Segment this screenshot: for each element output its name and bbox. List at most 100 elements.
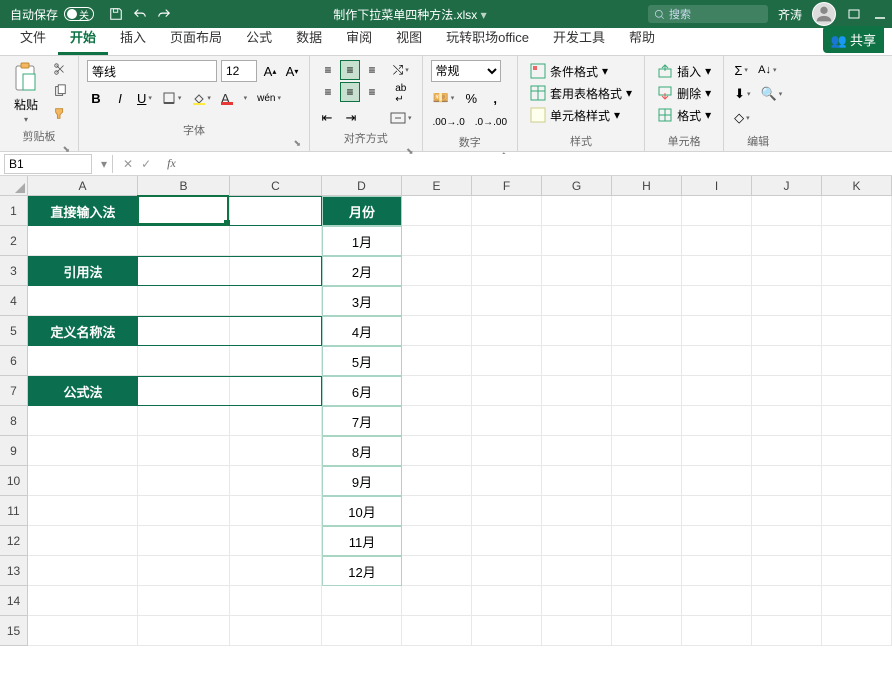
font-color-button[interactable]: A	[219, 88, 249, 108]
row-header-10[interactable]: 10	[0, 466, 28, 496]
cell-C2[interactable]	[230, 226, 322, 256]
cell-K9[interactable]	[822, 436, 892, 466]
wrap-text-button[interactable]: ab↵	[388, 84, 414, 104]
select-all-button[interactable]	[0, 176, 28, 196]
cell-J8[interactable]	[752, 406, 822, 436]
column-header-E[interactable]: E	[402, 176, 472, 196]
cell-E15[interactable]	[402, 616, 472, 646]
cell-K13[interactable]	[822, 556, 892, 586]
user-avatar[interactable]	[812, 2, 836, 26]
cell-F14[interactable]	[472, 586, 542, 616]
cell-G6[interactable]	[542, 346, 612, 376]
cell-B9[interactable]	[138, 436, 230, 466]
cell-B13[interactable]	[138, 556, 230, 586]
cell-H4[interactable]	[612, 286, 682, 316]
percent-button[interactable]: %	[462, 88, 480, 108]
cell-A3[interactable]: 引用法	[28, 256, 138, 286]
cell-K8[interactable]	[822, 406, 892, 436]
autosave-toggle[interactable]: 自动保存 关	[4, 6, 100, 23]
font-name-select[interactable]	[87, 60, 217, 82]
cell-F3[interactable]	[472, 256, 542, 286]
delete-cells-button[interactable]: 删除 ▾	[653, 82, 715, 104]
cell-B11[interactable]	[138, 496, 230, 526]
cell-G2[interactable]	[542, 226, 612, 256]
spreadsheet-grid[interactable]: ABCDEFGHIJK 123456789101112131415 直接输入法月…	[0, 176, 892, 676]
cell-B12[interactable]	[138, 526, 230, 556]
cell-B3[interactable]	[138, 256, 230, 286]
italic-button[interactable]: I	[111, 88, 129, 108]
cell-G9[interactable]	[542, 436, 612, 466]
column-header-K[interactable]: K	[822, 176, 892, 196]
increase-font-button[interactable]: A▴	[261, 61, 279, 81]
cell-A14[interactable]	[28, 586, 138, 616]
cell-H15[interactable]	[612, 616, 682, 646]
cell-C12[interactable]	[230, 526, 322, 556]
clear-button[interactable]: ◇	[732, 108, 752, 128]
cell-F7[interactable]	[472, 376, 542, 406]
undo-icon[interactable]	[132, 6, 148, 22]
autosum-button[interactable]: Σ	[732, 60, 750, 80]
column-header-C[interactable]: C	[230, 176, 322, 196]
cell-H1[interactable]	[612, 196, 682, 226]
paste-button[interactable]: 粘贴 ▾	[8, 60, 44, 126]
name-box[interactable]: B1	[4, 154, 92, 174]
cell-J9[interactable]	[752, 436, 822, 466]
cell-A12[interactable]	[28, 526, 138, 556]
cell-F2[interactable]	[472, 226, 542, 256]
cell-D15[interactable]	[322, 616, 402, 646]
cell-D10[interactable]: 9月	[322, 466, 402, 496]
cell-C14[interactable]	[230, 586, 322, 616]
cell-E3[interactable]	[402, 256, 472, 286]
share-button[interactable]: 👥共享	[823, 26, 884, 53]
cell-C1[interactable]	[230, 196, 322, 226]
cell-G7[interactable]	[542, 376, 612, 406]
align-center-button[interactable]: ≡	[340, 82, 360, 102]
cell-C4[interactable]	[230, 286, 322, 316]
cell-J1[interactable]	[752, 196, 822, 226]
formula-input[interactable]	[182, 154, 892, 174]
cell-E7[interactable]	[402, 376, 472, 406]
cell-K1[interactable]	[822, 196, 892, 226]
cell-A6[interactable]	[28, 346, 138, 376]
cell-E10[interactable]	[402, 466, 472, 496]
cell-J15[interactable]	[752, 616, 822, 646]
row-header-11[interactable]: 11	[0, 496, 28, 526]
toggle-switch[interactable]: 关	[64, 7, 94, 21]
orientation-button[interactable]: ⤭	[388, 60, 414, 80]
cell-K10[interactable]	[822, 466, 892, 496]
cell-B1[interactable]	[138, 196, 230, 226]
cell-A13[interactable]	[28, 556, 138, 586]
tab-数据[interactable]: 数据	[284, 21, 334, 55]
cell-E9[interactable]	[402, 436, 472, 466]
cell-D4[interactable]: 3月	[322, 286, 402, 316]
cell-G11[interactable]	[542, 496, 612, 526]
cell-K2[interactable]	[822, 226, 892, 256]
cell-B2[interactable]	[138, 226, 230, 256]
cell-J4[interactable]	[752, 286, 822, 316]
cancel-formula-icon[interactable]: ✕	[123, 157, 133, 171]
cell-J13[interactable]	[752, 556, 822, 586]
cell-J12[interactable]	[752, 526, 822, 556]
cell-K4[interactable]	[822, 286, 892, 316]
cell-C3[interactable]	[230, 256, 322, 286]
cell-F1[interactable]	[472, 196, 542, 226]
cell-E13[interactable]	[402, 556, 472, 586]
cell-I15[interactable]	[682, 616, 752, 646]
format-as-table-button[interactable]: 套用表格格式 ▾	[526, 82, 636, 104]
tab-帮助[interactable]: 帮助	[617, 21, 667, 55]
cell-H14[interactable]	[612, 586, 682, 616]
row-header-8[interactable]: 8	[0, 406, 28, 436]
cell-J14[interactable]	[752, 586, 822, 616]
column-header-F[interactable]: F	[472, 176, 542, 196]
comma-button[interactable]: ,	[486, 88, 504, 108]
cell-H5[interactable]	[612, 316, 682, 346]
underline-button[interactable]: U	[135, 88, 154, 108]
cell-H6[interactable]	[612, 346, 682, 376]
cell-E5[interactable]	[402, 316, 472, 346]
align-middle-button[interactable]: ≡	[340, 60, 360, 80]
cell-H11[interactable]	[612, 496, 682, 526]
cell-A4[interactable]	[28, 286, 138, 316]
cell-F11[interactable]	[472, 496, 542, 526]
cell-K3[interactable]	[822, 256, 892, 286]
cell-A8[interactable]	[28, 406, 138, 436]
